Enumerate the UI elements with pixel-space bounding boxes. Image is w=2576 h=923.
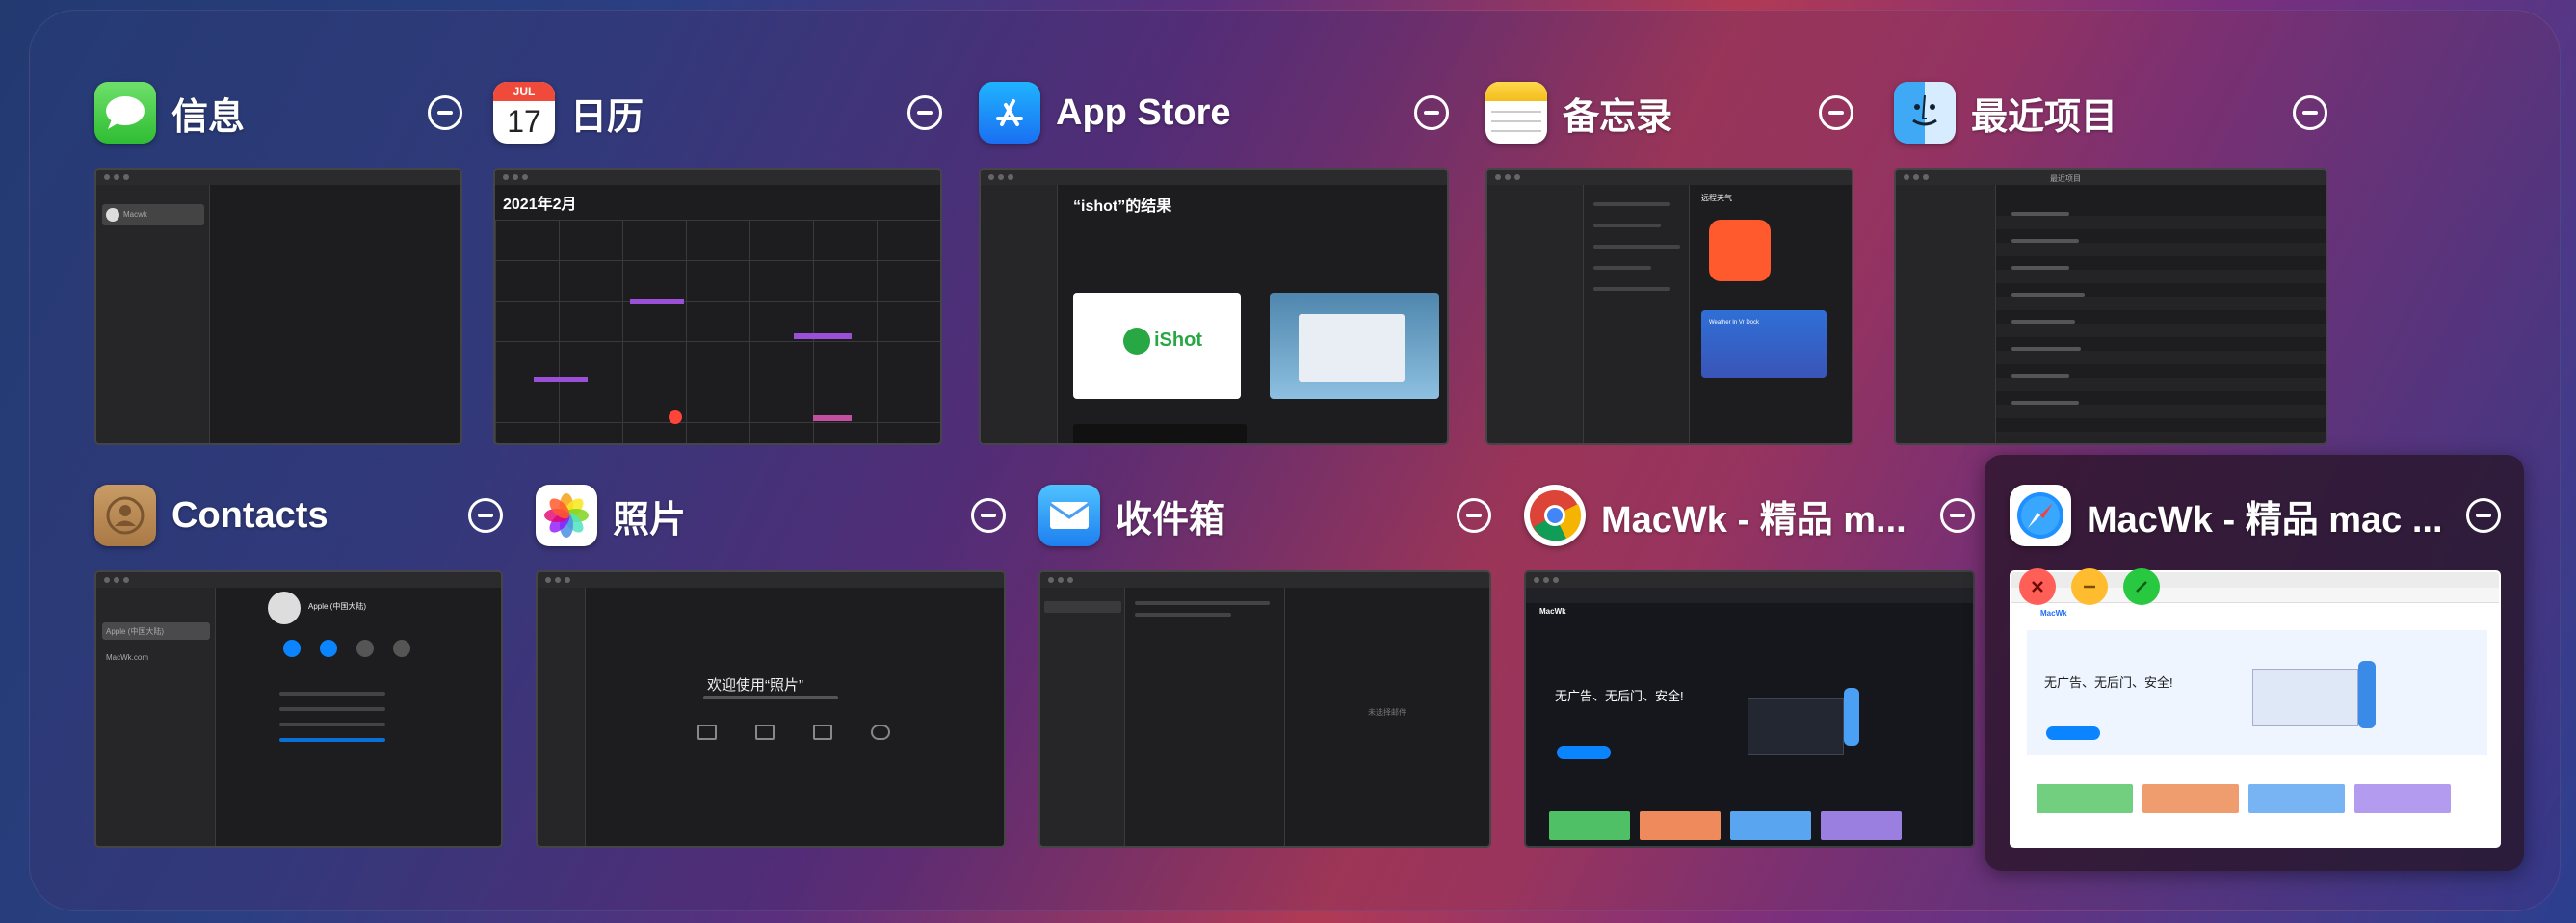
- close-icon[interactable]: [2019, 568, 2056, 605]
- site-logo: MacWk: [1539, 607, 1566, 616]
- site-hero-text: 无广告、无后门、安全!: [2044, 675, 2173, 690]
- messages-app-icon: [94, 82, 156, 144]
- minimize-icon[interactable]: [428, 95, 462, 130]
- window-chrome[interactable]: MacWk - 精品 m... MacWk 无广告、无后门、安全!: [1524, 482, 1975, 848]
- calendar-app-icon: JUL 17: [493, 82, 555, 144]
- window-thumbnail[interactable]: MacWk 无广告、无后门、安全!: [1524, 570, 1975, 848]
- calendar-month-label: 2021年2月: [503, 197, 577, 213]
- zoom-icon[interactable]: [2123, 568, 2160, 605]
- window-title: MacWk - 精品 m...: [1601, 499, 1906, 541]
- window-thumbnail[interactable]: Macwk: [94, 168, 462, 445]
- note-subtitle: Weather In Vr Dock: [1709, 320, 1760, 326]
- window-title: 最近项目: [1971, 96, 2118, 138]
- window-photos[interactable]: 照片 欢迎使用“照片”: [536, 482, 1006, 848]
- window-title: 备忘录: [1563, 96, 1673, 138]
- window-title: App Store: [1056, 92, 1231, 133]
- conversation-label: Macwk: [123, 210, 147, 219]
- window-finder[interactable]: 最近项目 最近项目: [1894, 79, 2327, 445]
- window-title: MacWk - 精品 mac ...: [2087, 499, 2443, 541]
- window-title: 照片: [613, 499, 687, 541]
- window-thumbnail[interactable]: 2021年2月: [493, 168, 942, 445]
- window-app-store[interactable]: App Store “ishot”的结果 iShot: [979, 79, 1449, 445]
- window-safari[interactable]: MacWk - 精品 mac ... MacWk 无广告、无后门、安全!: [2010, 482, 2501, 848]
- window-thumbnail[interactable]: MacWk 无广告、无后门、安全!: [2010, 570, 2501, 848]
- mail-empty-label: 未选择邮件: [1368, 708, 1406, 717]
- minimize-icon[interactable]: [971, 498, 1006, 533]
- ishot-brand: iShot: [1154, 330, 1202, 351]
- window-thumbnail[interactable]: 最近项目: [1894, 168, 2327, 445]
- contact-list-item-2: MacWk.com: [106, 653, 148, 662]
- calendar-grid: [495, 220, 940, 443]
- window-messages[interactable]: 信息 Macwk: [94, 79, 462, 445]
- search-results-title: “ishot”的结果: [1073, 198, 1172, 215]
- window-notes[interactable]: 备忘录 远程天气 Weather In Vr Dock: [1485, 79, 1853, 445]
- window-mail[interactable]: 收件箱 未选择邮件: [1038, 482, 1491, 848]
- window-thumbnail[interactable]: “ishot”的结果 iShot: [979, 168, 1449, 445]
- window-thumbnail[interactable]: 远程天气 Weather In Vr Dock: [1485, 168, 1853, 445]
- window-title: 收件箱: [1116, 499, 1226, 541]
- note-title: 远程天气: [1701, 194, 1732, 202]
- site-logo: MacWk: [2040, 609, 2067, 618]
- contact-list-item: Apple (中国大陆): [106, 627, 165, 636]
- contacts-app-icon: [94, 485, 156, 546]
- calendar-icon-month: JUL: [493, 82, 555, 101]
- minimize-window-icon[interactable]: [2071, 568, 2108, 605]
- site-hero-text: 无广告、无后门、安全!: [1555, 689, 1684, 703]
- notes-app-icon: [1485, 82, 1547, 144]
- mail-app-icon: [1038, 485, 1100, 546]
- window-thumbnail[interactable]: Apple (中国大陆) MacWk.com Apple (中国大陆): [94, 570, 503, 848]
- window-thumbnail[interactable]: 未选择邮件: [1038, 570, 1491, 848]
- app-store-app-icon: [979, 82, 1040, 144]
- window-calendar[interactable]: JUL 17 日历 2021年2月: [493, 79, 942, 445]
- window-title: 日历: [570, 96, 644, 138]
- calendar-icon-day: 17: [507, 104, 541, 139]
- finder-location-label: 最近项目: [2050, 174, 2081, 183]
- minimize-icon[interactable]: [2293, 95, 2327, 130]
- finder-app-icon: [1894, 82, 1956, 144]
- window-title: 信息: [171, 96, 246, 138]
- minimize-icon[interactable]: [1819, 95, 1853, 130]
- minimize-icon[interactable]: [468, 498, 503, 533]
- window-contacts[interactable]: Contacts Apple (中国大陆) MacWk.com Apple (中…: [94, 482, 503, 848]
- window-thumbnail[interactable]: 欢迎使用“照片”: [536, 570, 1006, 848]
- minimize-icon[interactable]: [1940, 498, 1975, 533]
- contact-name: Apple (中国大陆): [308, 602, 367, 611]
- photos-welcome-text: 欢迎使用“照片”: [707, 677, 803, 694]
- minimize-icon[interactable]: [1457, 498, 1491, 533]
- safari-app-icon: [2010, 485, 2071, 546]
- photos-app-icon: [536, 485, 597, 546]
- window-title: Contacts: [171, 494, 329, 536]
- minimize-icon[interactable]: [907, 95, 942, 130]
- chrome-app-icon: [1524, 485, 1586, 546]
- minimize-icon[interactable]: [1414, 95, 1449, 130]
- minimize-icon[interactable]: [2466, 498, 2501, 533]
